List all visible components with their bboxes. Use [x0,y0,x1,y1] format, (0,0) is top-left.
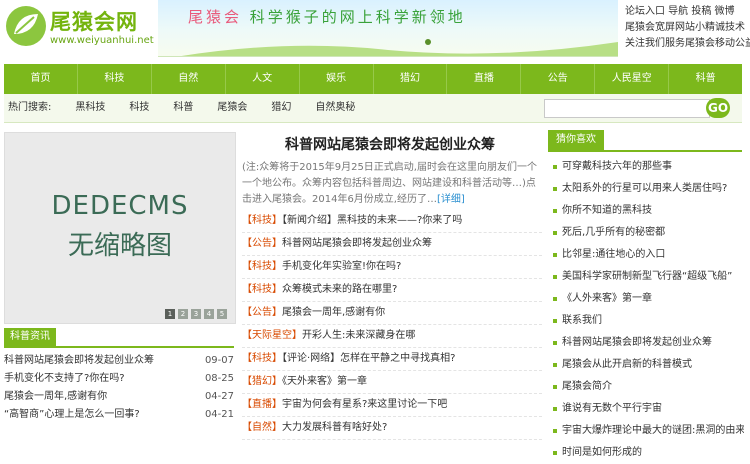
nav-item-entertainment[interactable]: 娱乐 [300,64,374,94]
list-item[interactable]: 尾猿会简介 [552,376,744,398]
subnav-item[interactable]: 黑科技 [75,94,105,122]
nav-item-nature[interactable]: 自然 [152,64,226,94]
nav-item-starry[interactable]: 人民星空 [595,64,670,94]
slideshow[interactable]: DEDECMS 无缩略图 1 2 3 4 5 [4,132,236,324]
top-banner[interactable]: 尾猿会 科学猴子的网上科学新领地 [158,0,618,57]
top-links: 论坛入口 导航 投稿 微博 尾猿会宽屏网站小精诚技术 关注我们服务尾猿会移动公益 [625,4,750,52]
left-news-list: 科普网站尾猿会即将发起创业众筹 09-07 手机变化不支持了?你在吗? 08-25 … [4,352,234,424]
leaf-logo-icon [6,6,46,46]
search-input[interactable] [544,99,710,118]
top-link-row[interactable]: 论坛入口 导航 投稿 微博 [625,4,750,20]
list-item[interactable]: 你所不知道的黑科技 [552,200,744,222]
right-news-list: 可穿戴科技六年的那些事 太阳系外的行星可以用来人类居住吗? 你所不知道的黑科技 … [552,156,744,464]
logo-url: www.weiyuanhui.net [50,35,154,46]
left-section-title: 科普资讯 [4,328,56,346]
list-item[interactable]: 宇宙大爆炸理论中最大的谜团:黑洞的由来 [552,420,744,442]
slide-dot[interactable]: 2 [178,309,188,319]
list-item[interactable]: 尾猿会一周年,感谢有你 04-27 [4,388,234,406]
banner-text: 科学猴子的网上科学新领地 [249,8,466,26]
left-section-header: 科普资讯 [4,328,234,348]
nav-item-humanity[interactable]: 人文 [226,64,300,94]
list-item[interactable]: 【科技】【新闻介绍】黑科技的未来——?你来了吗 [242,210,542,233]
logo-name: 尾猿会网 [50,10,138,34]
subnav-item[interactable]: 科普 [173,94,193,122]
list-item[interactable]: 《人外来客》第一章 [552,288,744,310]
list-item[interactable]: 太阳系外的行星可以用来人类居住吗? [552,178,744,200]
nav-item-notice[interactable]: 公告 [521,64,596,94]
sub-nav: 热门搜索: 黑科技 科技 科普 尾猿会 猎幻 自然奥秘 GO [4,94,742,123]
slide-dots: 1 2 3 4 5 [165,309,227,319]
slide-placeholder-line1: DEDECMS [51,191,189,221]
subnav-item[interactable]: 科技 [129,94,149,122]
nav-item-live[interactable]: 直播 [447,64,522,94]
top-link-row[interactable]: 尾猿会宽屏网站小精诚技术 [625,20,750,36]
site-logo[interactable]: 尾猿会网 www.weiyuanhui.net [4,2,154,54]
list-item[interactable]: 美国科学家研制新型飞行器“超级飞船” [552,266,744,288]
slide-dot[interactable]: 5 [217,309,227,319]
top-link-row[interactable]: 关注我们服务尾猿会移动公益 [625,36,750,52]
headline-summary: (注:众筹将于2015年9月25日正式启动,届时会在这里向朋友们一个一个地公布。… [242,162,537,205]
banner-brand: 尾猿会 [188,8,243,26]
subnav-item[interactable]: 猎幻 [271,94,291,122]
list-item[interactable]: 联系我们 [552,310,744,332]
list-item[interactable]: “高智商”心理上是怎么一回事? 04-21 [4,406,234,424]
headline[interactable]: 科普网站尾猿会即将发起创业众筹 [240,134,540,154]
right-section-title: 猜你喜欢 [548,130,604,150]
nav-item-tech[interactable]: 科技 [78,64,152,94]
list-item[interactable]: 【公告】尾猿会一周年,感谢有你 [242,302,542,325]
list-item[interactable]: 【科技】手机变化年实验室!你在吗? [242,256,542,279]
list-item[interactable]: 【猎幻】《天外来客》第一章 [242,371,542,394]
list-item[interactable]: 【公告】科普网站尾猿会即将发起创业众筹 [242,233,542,256]
slide-dot[interactable]: 1 [165,309,175,319]
subnav-item[interactable]: 自然奥秘 [315,94,355,122]
nav-item-fantasy[interactable]: 猎幻 [374,64,448,94]
list-item[interactable]: 科普网站尾猿会即将发起创业众筹 09-07 [4,352,234,370]
more-link[interactable]: [详细] [437,194,465,205]
list-item[interactable]: 谁说有无数个平行宇宙 [552,398,744,420]
nav-item-science[interactable]: 科普 [669,64,742,94]
list-item[interactable]: 可穿戴科技六年的那些事 [552,156,744,178]
slide-dot[interactable]: 4 [204,309,214,319]
subnav-item[interactable]: 尾猿会 [217,94,247,122]
center-news-list: 【科技】【新闻介绍】黑科技的未来——?你来了吗 【公告】科普网站尾猿会即将发起创… [242,210,542,440]
list-item[interactable]: 比邻星:通往地心的入口 [552,244,744,266]
list-item[interactable]: 尾猿会从此开启新的科普模式 [552,354,744,376]
list-item[interactable]: 【科技】【评论·网络】怎样在平静之中寻找真相? [242,348,542,371]
list-item[interactable]: 时间是如何形成的 [552,442,744,464]
right-section-header: 猜你喜欢 [548,130,742,152]
slide-placeholder-line2: 无缩略图 [67,231,172,261]
list-item[interactable]: 【自然】大力发展科普有啥好处? [242,417,542,440]
list-item[interactable]: 【直播】宇宙为何会有星系?来这里讨论一下吧 [242,394,542,417]
banner-slogan: 尾猿会 科学猴子的网上科学新领地 [188,6,466,27]
list-item[interactable]: 死后,几乎所有的秘密都 [552,222,744,244]
hot-search-label: 热门搜索: [8,102,52,113]
hill-graphic [181,39,618,56]
list-item[interactable]: 科普网站尾猿会即将发起创业众筹 [552,332,744,354]
slide-dot[interactable]: 3 [191,309,201,319]
list-item[interactable]: 【天际星空】开彩人生:未来深藏身在哪 [242,325,542,348]
nav-item-home[interactable]: 首页 [4,64,78,94]
main-nav: 首页 科技 自然 人文 娱乐 猎幻 直播 公告 人民星空 科普 [4,64,742,94]
search-go-button[interactable]: GO [706,98,730,118]
list-item[interactable]: 【科技】众筹模式未来的路在哪里? [242,279,542,302]
list-item[interactable]: 手机变化不支持了?你在吗? 08-25 [4,370,234,388]
